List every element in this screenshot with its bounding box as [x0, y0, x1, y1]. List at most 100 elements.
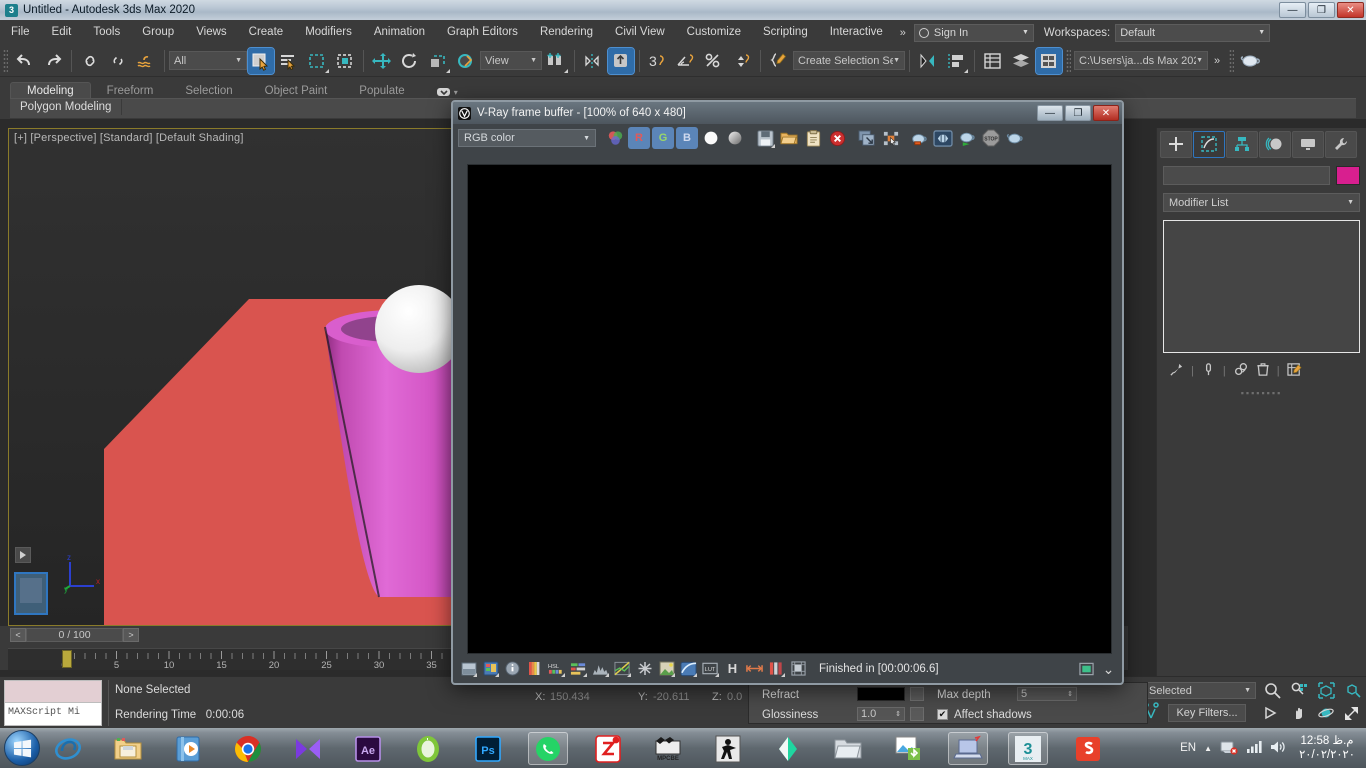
menu-customize[interactable]: Customize — [676, 20, 752, 45]
spinner-arrows-icon[interactable]: ⇕ — [1067, 690, 1073, 698]
menu-interactive[interactable]: Interactive — [819, 20, 894, 45]
affect-shadows-checkbox[interactable]: ✔ — [937, 709, 948, 720]
recuva-icon[interactable] — [408, 732, 448, 765]
bind-to-space-warp-icon[interactable] — [133, 48, 159, 74]
render-stop-icon[interactable]: STOP — [980, 127, 1002, 149]
refract-color-swatch[interactable] — [857, 687, 905, 701]
toolbar-grip[interactable] — [1066, 48, 1071, 73]
select-by-name-icon[interactable] — [276, 48, 302, 74]
angle-snap-toggle-icon[interactable] — [673, 48, 699, 74]
save-image-icon[interactable] — [754, 127, 776, 149]
media-player-icon[interactable] — [168, 732, 208, 765]
lut-icon[interactable]: LUT — [701, 659, 720, 678]
menu-views[interactable]: Views — [185, 20, 237, 45]
glossiness-spinner[interactable]: 1.0 ⇕ — [857, 707, 905, 721]
vfb-close-button[interactable]: ✕ — [1093, 105, 1119, 121]
white-balance-icon[interactable] — [635, 659, 654, 678]
sign-in-button[interactable]: Sign In ▼ — [913, 23, 1034, 42]
diamond-app-icon[interactable] — [768, 732, 808, 765]
taskbar-clock[interactable]: 12:58 م.ظ ٢٠/٠٢/٢٠٢٠ — [1294, 734, 1360, 762]
object-color-swatch[interactable] — [1336, 166, 1360, 185]
spinner-snap-toggle-icon[interactable] — [729, 48, 755, 74]
menu-animation[interactable]: Animation — [363, 20, 436, 45]
hierarchy-tab[interactable] — [1226, 130, 1258, 158]
expand-panel-icon[interactable]: ⌄ — [1099, 659, 1118, 678]
image-view-icon[interactable] — [459, 659, 478, 678]
undo-icon[interactable] — [12, 48, 38, 74]
max-depth-spinner[interactable]: 5 ⇕ — [1017, 687, 1077, 701]
project-path-select[interactable]: C:\Users\ja...ds Max 2020 ▼ — [1074, 51, 1208, 70]
pixel-aspect-icon[interactable] — [789, 659, 808, 678]
green-channel-button[interactable]: G — [652, 127, 674, 149]
align-objects-icon[interactable] — [943, 48, 969, 74]
region-render-icon[interactable] — [880, 127, 902, 149]
duplicate-to-max-frame-buffer-icon[interactable] — [856, 127, 878, 149]
pan-arc-icon[interactable] — [1264, 706, 1280, 724]
horizontal-flip-icon[interactable] — [745, 659, 764, 678]
panel-resize-handle[interactable]: ▪▪▪▪▪▪▪▪ — [1157, 388, 1366, 398]
menu-graph-editors[interactable]: Graph Editors — [436, 20, 529, 45]
menu-overflow-icon[interactable]: » — [894, 27, 912, 39]
vray-frame-buffer-window[interactable]: V-Ray frame buffer - [100% of 640 x 480]… — [451, 100, 1124, 685]
maxscript-mini-listener[interactable]: MAXScript Mi — [4, 680, 102, 726]
histogram-icon[interactable] — [591, 659, 610, 678]
whatsapp-icon[interactable] — [528, 732, 568, 765]
3ds-max-icon[interactable]: 3 MAX — [1008, 732, 1048, 765]
internet-explorer-icon[interactable] — [48, 732, 88, 765]
next-frame-button[interactable]: > — [123, 628, 139, 642]
remove-modifier-icon[interactable] — [1256, 362, 1270, 380]
rgb-color-icon[interactable] — [604, 127, 626, 149]
color-corrections-icon[interactable] — [481, 659, 500, 678]
refract-map-button[interactable] — [910, 687, 924, 701]
placement-tool-icon[interactable] — [453, 48, 479, 74]
render-teapot-icon[interactable] — [1004, 127, 1026, 149]
viewcube-navigator[interactable] — [14, 572, 48, 615]
time-slider-handle[interactable] — [62, 650, 72, 668]
red-channel-button[interactable]: R — [628, 127, 650, 149]
material-editor-teapot-icon[interactable] — [1238, 48, 1264, 74]
speaker-icon[interactable] — [1270, 740, 1286, 757]
render-history-icon[interactable] — [1077, 659, 1096, 678]
motion-tab[interactable] — [1259, 130, 1291, 158]
menu-group[interactable]: Group — [131, 20, 185, 45]
unlink-selection-icon[interactable] — [105, 48, 131, 74]
vfb-channel-select[interactable]: RGB color ▼ — [458, 129, 596, 147]
ribbon-panel-polygon-modeling[interactable]: Polygon Modeling — [10, 99, 123, 115]
render-last-icon[interactable] — [908, 127, 930, 149]
select-and-rotate-icon[interactable] — [397, 48, 423, 74]
menu-civil-view[interactable]: Civil View — [604, 20, 676, 45]
blue-channel-button[interactable]: B — [676, 127, 698, 149]
start-orb-icon[interactable] — [4, 730, 40, 766]
maximize-viewport-icon[interactable] — [1344, 706, 1360, 724]
menu-create[interactable]: Create — [238, 20, 295, 45]
pin-stack-icon[interactable] — [1169, 362, 1184, 380]
toolbar-grip[interactable] — [1229, 48, 1235, 73]
reference-coordinate-select[interactable]: View ▼ — [480, 51, 542, 70]
movie-maker-icon[interactable] — [288, 732, 328, 765]
select-and-move-icon[interactable] — [369, 48, 395, 74]
color-clamp-icon[interactable] — [525, 659, 544, 678]
ribbon-options-icon[interactable]: ▾ — [421, 85, 474, 99]
pan-view-icon[interactable] — [1291, 706, 1307, 724]
coord-z-value[interactable]: 0.0 — [727, 691, 742, 703]
key-mode-select[interactable]: Selected ▼ — [1144, 682, 1256, 699]
show-end-result-icon[interactable] — [1201, 362, 1216, 380]
mirror-geometry-icon[interactable] — [915, 48, 941, 74]
laptop-app-icon[interactable] — [948, 732, 988, 765]
key-filters-button[interactable]: Key Filters... — [1168, 704, 1246, 722]
ribbon-tab-modeling[interactable]: Modeling — [10, 82, 91, 99]
viewport-label[interactable]: [+] [Perspective] [Standard] [Default Sh… — [14, 132, 244, 144]
alpha-channel-icon[interactable] — [700, 127, 722, 149]
ribbon-tab-freeform[interactable]: Freeform — [91, 83, 170, 99]
menu-scripting[interactable]: Scripting — [752, 20, 819, 45]
coord-x-value[interactable]: 150.434 — [550, 691, 590, 703]
ribbon-tab-selection[interactable]: Selection — [169, 83, 248, 99]
snaps-toggle-icon[interactable]: 3 — [645, 48, 671, 74]
google-chrome-icon[interactable] — [228, 732, 268, 765]
orbit-icon[interactable] — [1318, 706, 1334, 724]
spinner-arrows-icon[interactable]: ⇕ — [895, 710, 901, 718]
coord-y-value[interactable]: -20.611 — [653, 691, 690, 703]
display-tab[interactable] — [1292, 130, 1324, 158]
hue-shift-icon[interactable]: H — [723, 659, 742, 678]
vfb-maximize-button[interactable]: ❐ — [1065, 105, 1091, 121]
